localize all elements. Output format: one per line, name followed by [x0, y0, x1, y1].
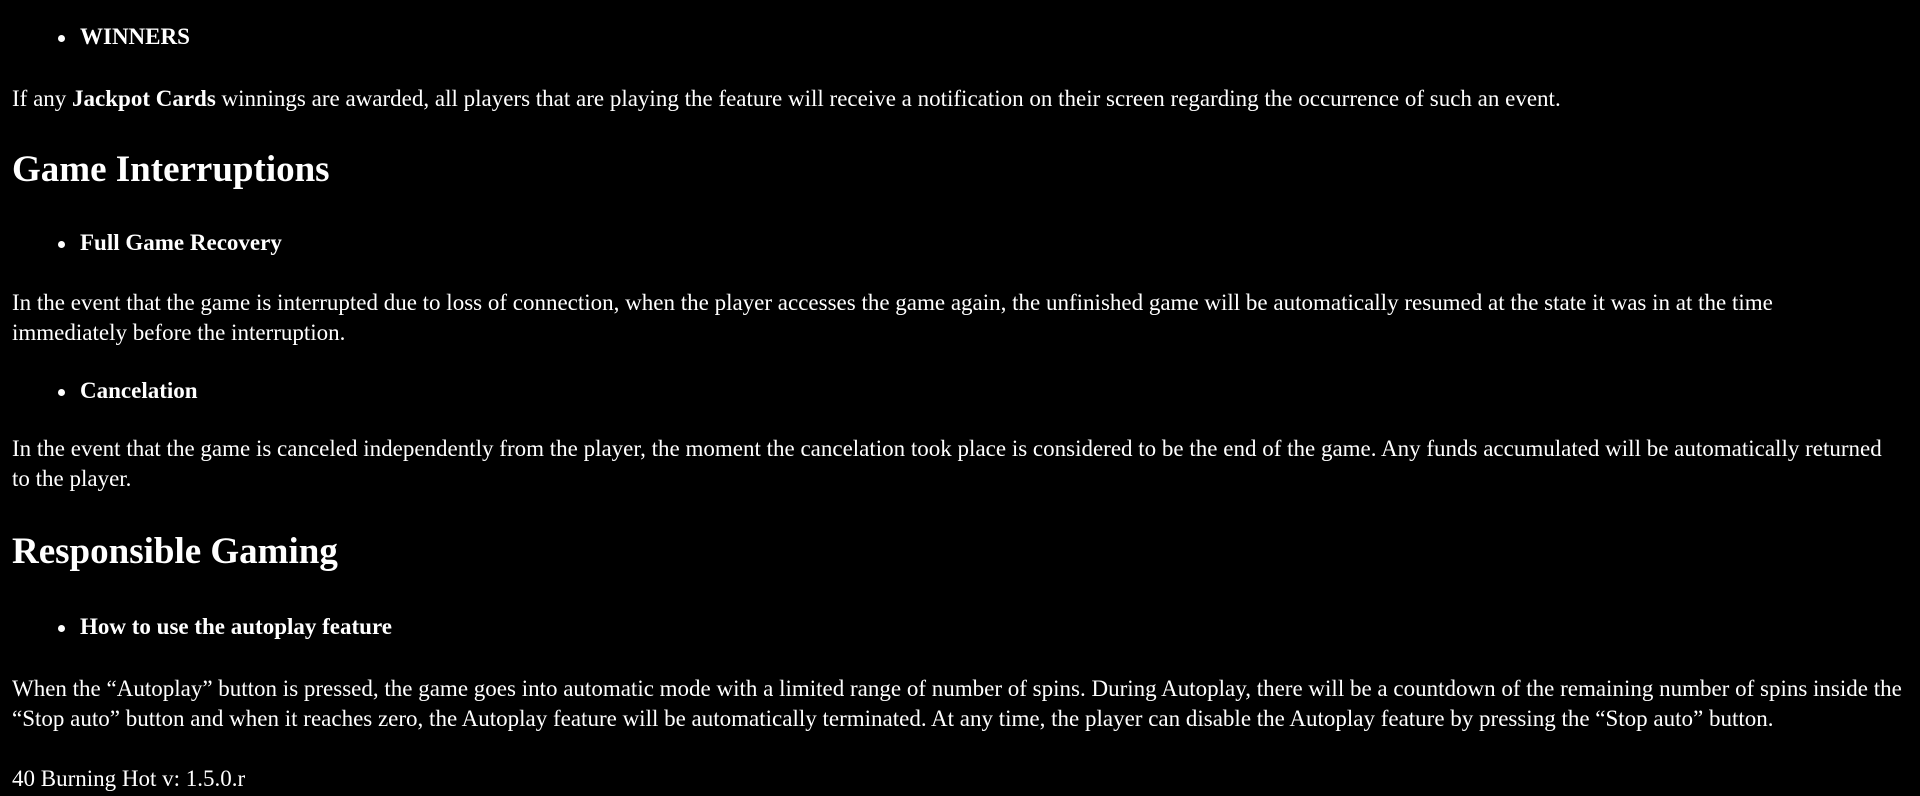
bullet-winners-label: WINNERS	[58, 22, 190, 52]
winners-paragraph: If any Jackpot Cards winnings are awarde…	[12, 84, 1561, 114]
heading-game-interruptions: Game Interruptions	[12, 149, 330, 190]
recovery-paragraph: In the event that the game is interrupte…	[12, 290, 1773, 345]
winners-text-after: winnings are awarded, all players that a…	[215, 86, 1561, 111]
heading-responsible-gaming: Responsible Gaming	[12, 531, 338, 572]
bullet-cancelation: Cancelation	[12, 376, 198, 406]
winners-text-before: If any	[12, 86, 73, 111]
autoplay-paragraph: When the “Autoplay” button is pressed, t…	[12, 676, 1902, 731]
bullet-autoplay: How to use the autoplay feature	[12, 612, 392, 642]
rules-page: WINNERS If any Jackpot Cards winnings ar…	[0, 0, 1920, 796]
cancelation-paragraph: In the event that the game is canceled i…	[12, 436, 1882, 491]
bullet-cancelation-label: Cancelation	[58, 376, 198, 406]
jackpot-cards-term: Jackpot Cards	[72, 86, 216, 111]
version-label: 40 Burning Hot v: 1.5.0.r	[12, 766, 246, 791]
bullet-winners: WINNERS	[12, 22, 190, 52]
bullet-recovery-label: Full Game Recovery	[58, 228, 282, 258]
bullet-full-game-recovery: Full Game Recovery	[12, 228, 282, 258]
bullet-autoplay-label: How to use the autoplay feature	[58, 612, 392, 642]
